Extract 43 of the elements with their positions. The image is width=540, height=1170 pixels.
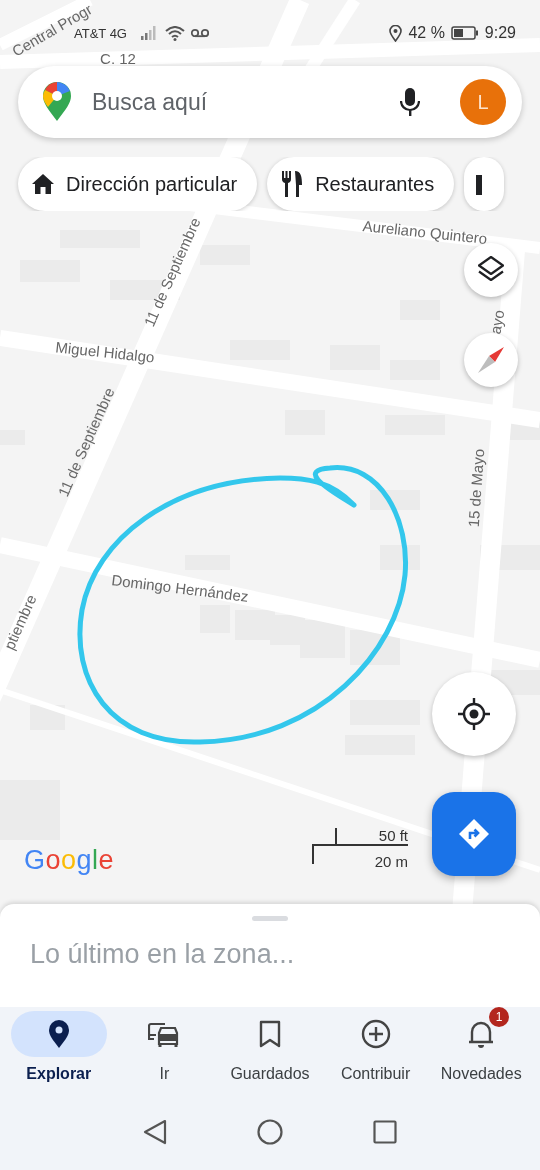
signal-icon <box>141 26 159 40</box>
street-label: 15 de Mayo <box>464 448 488 528</box>
battery-icon <box>450 26 479 40</box>
back-icon[interactable] <box>143 1119 167 1145</box>
bookmark-icon <box>259 1020 281 1048</box>
scale-metric: 20 m <box>374 852 408 872</box>
category-chip[interactable]: Dirección particular <box>18 157 258 211</box>
nav-tab[interactable]: Contribuir <box>322 1011 429 1102</box>
map-pin-icon <box>47 1019 70 1049</box>
google-logo: Google <box>24 845 115 876</box>
home-circle-icon[interactable] <box>257 1119 283 1145</box>
category-chip[interactable]: Restaurantes <box>267 157 455 211</box>
nav-tab[interactable]: Ir <box>111 1011 218 1102</box>
bell-icon <box>468 1019 495 1049</box>
recents-square-icon[interactable] <box>373 1120 397 1144</box>
directions-button[interactable] <box>432 792 516 876</box>
directions-icon <box>458 818 490 850</box>
house-icon <box>32 174 54 194</box>
voicemail-icon <box>191 28 209 38</box>
nav-tab[interactable]: Guardados <box>217 1011 323 1102</box>
location-icon <box>389 24 403 42</box>
sheet-title: Lo último en la zona... <box>30 939 295 970</box>
battery-percent: 42 % <box>408 24 445 42</box>
drag-handle[interactable] <box>252 916 288 921</box>
street-label: Miguel Hidalgo <box>54 338 156 366</box>
fork-knife-icon <box>281 171 304 197</box>
plus-circle-icon <box>360 1019 391 1049</box>
street-label: ayo <box>486 308 508 336</box>
crosshair-icon <box>457 697 491 731</box>
clock: 9:29 <box>484 24 516 42</box>
carrier-label: AT&T 4G <box>74 25 127 41</box>
compass-icon <box>477 346 505 374</box>
map-pin-logo <box>42 82 72 122</box>
scale-imperial: 50 ft <box>378 826 408 846</box>
car-icon <box>148 1021 181 1047</box>
street-label: Domingo Hernández <box>110 571 250 605</box>
notification-badge: 1 <box>489 1007 510 1027</box>
wifi-icon <box>165 25 185 41</box>
street-label: C. 12 <box>100 49 136 67</box>
street-label: Aureliano Quintero <box>361 217 489 247</box>
nav-tab[interactable]: Explorar <box>6 1011 112 1102</box>
microphone-icon[interactable] <box>400 88 420 116</box>
layers-icon <box>478 256 504 284</box>
